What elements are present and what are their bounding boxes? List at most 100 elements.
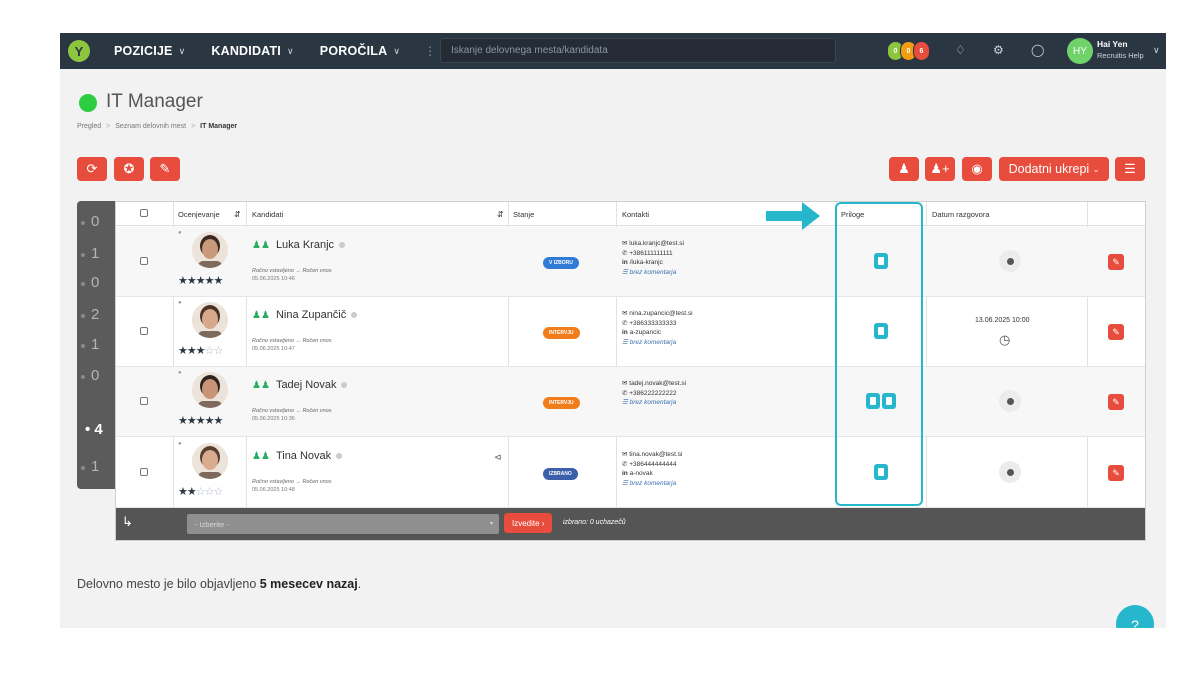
candidate-photo[interactable] [192, 232, 228, 268]
rating-count[interactable]: 1 [91, 336, 99, 353]
star-icon[interactable]: ★ [196, 275, 206, 287]
bell-icon[interactable]: ♢ [955, 43, 966, 57]
star-rating[interactable]: ★★★☆☆ [178, 344, 224, 357]
tag-icon[interactable]: ● [178, 370, 182, 376]
pin-button[interactable]: ✪ [114, 157, 144, 181]
rating-count-active[interactable]: • 4 [85, 421, 103, 438]
header-candidates[interactable]: Kandidati [252, 210, 283, 219]
candidate-name[interactable]: Tina Novak [276, 450, 331, 462]
star-icon[interactable]: ★ [196, 345, 206, 357]
header-state[interactable]: Stanje [513, 210, 534, 219]
menu-porocila[interactable]: POROČILA ∨ [320, 44, 400, 58]
contact-comment[interactable]: ☰ brez komentarja [622, 268, 684, 278]
star-icon[interactable]: ★ [187, 415, 197, 427]
header-interview-date[interactable]: Datum razgovora [932, 210, 990, 219]
gear-icon[interactable]: ⚙ [993, 43, 1004, 57]
table-row[interactable]: ● ★★★★★ ♟♟ Luka Kranjc Ročno vstavljeno → Ro… [116, 227, 1145, 297]
menu-kandidati[interactable]: KANDIDATI ∨ [211, 44, 293, 58]
refresh-button[interactable]: ⟳ [77, 157, 107, 181]
badge-red[interactable]: 6 [913, 41, 930, 61]
contact-phone[interactable]: ✆ +386111111111 [622, 249, 684, 259]
star-rating[interactable]: ★★☆☆☆ [178, 485, 223, 498]
add-candidate-button[interactable]: ♟+ [925, 157, 955, 181]
bulk-action-select[interactable]: - Izberite - ▾ [187, 514, 499, 534]
more-actions-button[interactable]: Dodatni ukrepi ⌄ [999, 157, 1109, 181]
table-row[interactable]: ● ★★★★★ ♟♟ Tadej Novak Ročno vstavljeno → Ro… [116, 367, 1145, 437]
select-all-checkbox[interactable] [140, 209, 148, 217]
more-menu-icon[interactable]: ⋮ [424, 44, 436, 58]
candidate-name-line[interactable]: ♟♟ Tina Novak [252, 450, 343, 462]
edit-button[interactable]: ✎ [1108, 254, 1124, 270]
edit-button[interactable]: ✎ [1108, 324, 1124, 340]
star-icon[interactable]: ★ [205, 415, 215, 427]
tag-icon[interactable]: ● [178, 300, 182, 306]
candidate-photo[interactable] [192, 443, 228, 479]
search-input[interactable]: Iskanje delovnega mesta/kandidata [440, 38, 836, 63]
state-badge[interactable]: INTERVJU [543, 327, 580, 339]
row-checkbox[interactable] [140, 468, 148, 476]
candidate-name-line[interactable]: ♟♟ Luka Kranjc [252, 239, 346, 251]
star-icon[interactable]: ★ [187, 345, 197, 357]
help-button[interactable]: ? [1116, 605, 1154, 628]
star-icon[interactable]: ★ [214, 415, 224, 427]
sort-icon[interactable]: ⇵ [497, 210, 504, 219]
star-icon[interactable]: ★ [178, 415, 188, 427]
tag-icon[interactable]: ● [178, 441, 182, 447]
rating-count[interactable]: 1 [91, 458, 99, 475]
badge-button[interactable]: ◉ [962, 157, 992, 181]
row-checkbox[interactable] [140, 257, 148, 265]
menu-pozicije[interactable]: POZICIJE ∨ [114, 44, 185, 58]
contact-comment[interactable]: ☰ brez komentarja [622, 479, 682, 489]
candidate-name-line[interactable]: ♟♟ Nina Zupančič [252, 309, 358, 321]
execute-button[interactable]: Izvedite › [504, 513, 553, 533]
table-row[interactable]: ● ★★★☆☆ ♟♟ Nina Zupančič Ročno vstavljeno → … [116, 297, 1145, 367]
user-avatar[interactable]: HY [1067, 38, 1093, 64]
contact-phone[interactable]: ✆ +386444444444 [622, 460, 682, 470]
star-icon[interactable]: ★ [178, 486, 188, 498]
star-icon[interactable]: ★ [205, 275, 215, 287]
rating-count[interactable]: 2 [91, 306, 99, 323]
star-icon[interactable]: ☆ [214, 345, 224, 357]
chevron-down-icon[interactable]: ∨ [1153, 45, 1160, 56]
user-name[interactable]: Hai Yen [1097, 39, 1128, 49]
state-badge[interactable]: IZBRANO [543, 468, 578, 480]
rating-count[interactable]: 0 [91, 274, 99, 291]
candidate-name-line[interactable]: ♟♟ Tadej Novak [252, 379, 348, 391]
rating-count[interactable]: 1 [91, 245, 99, 262]
candidate-photo[interactable] [192, 372, 228, 408]
star-icon[interactable]: ☆ [196, 486, 206, 498]
contact-email[interactable]: ✉ tina.novak@test.si [622, 450, 682, 460]
star-icon[interactable]: ★ [214, 275, 224, 287]
clock-icon[interactable]: ◷ [999, 332, 1010, 348]
contact-phone[interactable]: ✆ +386333333333 [622, 319, 693, 329]
tag-icon[interactable]: ● [178, 230, 182, 236]
contact-comment[interactable]: ☰ brez komentarja [622, 338, 693, 348]
contact-linkedin[interactable]: in /luka-kranjc [622, 258, 684, 268]
candidate-name[interactable]: Luka Kranjc [276, 239, 334, 251]
table-row[interactable]: ● ★★☆☆☆ ♟♟ Tina Novak Ročno vstavljeno → Roč… [116, 438, 1145, 508]
notification-badges[interactable]: 0 0 6 [887, 41, 930, 61]
candidate-photo[interactable] [192, 302, 228, 338]
schedule-interview-icon[interactable] [999, 390, 1021, 412]
star-icon[interactable]: ★ [178, 275, 188, 287]
rating-count[interactable]: 0 [91, 367, 99, 384]
star-icon[interactable]: ☆ [205, 486, 215, 498]
brush-button[interactable]: ✎ [150, 157, 180, 181]
breadcrumb-item[interactable]: Seznam delovnih mest [115, 123, 186, 130]
contact-comment[interactable]: ☰ brez komentarja [622, 398, 686, 408]
contact-email[interactable]: ✉ nina.zupancic@test.si [622, 309, 693, 319]
contact-phone[interactable]: ✆ +386222222222 [622, 389, 686, 399]
star-icon[interactable]: ★ [178, 345, 188, 357]
shield-icon[interactable]: ◯ [1031, 43, 1044, 57]
star-icon[interactable]: ★ [187, 275, 197, 287]
edit-button[interactable]: ✎ [1108, 394, 1124, 410]
row-checkbox[interactable] [140, 397, 148, 405]
contact-email[interactable]: ✉ luka.kranjc@test.si [622, 239, 684, 249]
share-icon[interactable]: ⊲ [494, 452, 502, 463]
row-checkbox[interactable] [140, 327, 148, 335]
schedule-interview-icon[interactable] [999, 250, 1021, 272]
star-icon[interactable]: ★ [196, 415, 206, 427]
candidate-name[interactable]: Nina Zupančič [276, 309, 346, 321]
sort-icon[interactable]: ⇵ [234, 210, 241, 219]
contact-linkedin[interactable]: in a-novak [622, 469, 682, 479]
